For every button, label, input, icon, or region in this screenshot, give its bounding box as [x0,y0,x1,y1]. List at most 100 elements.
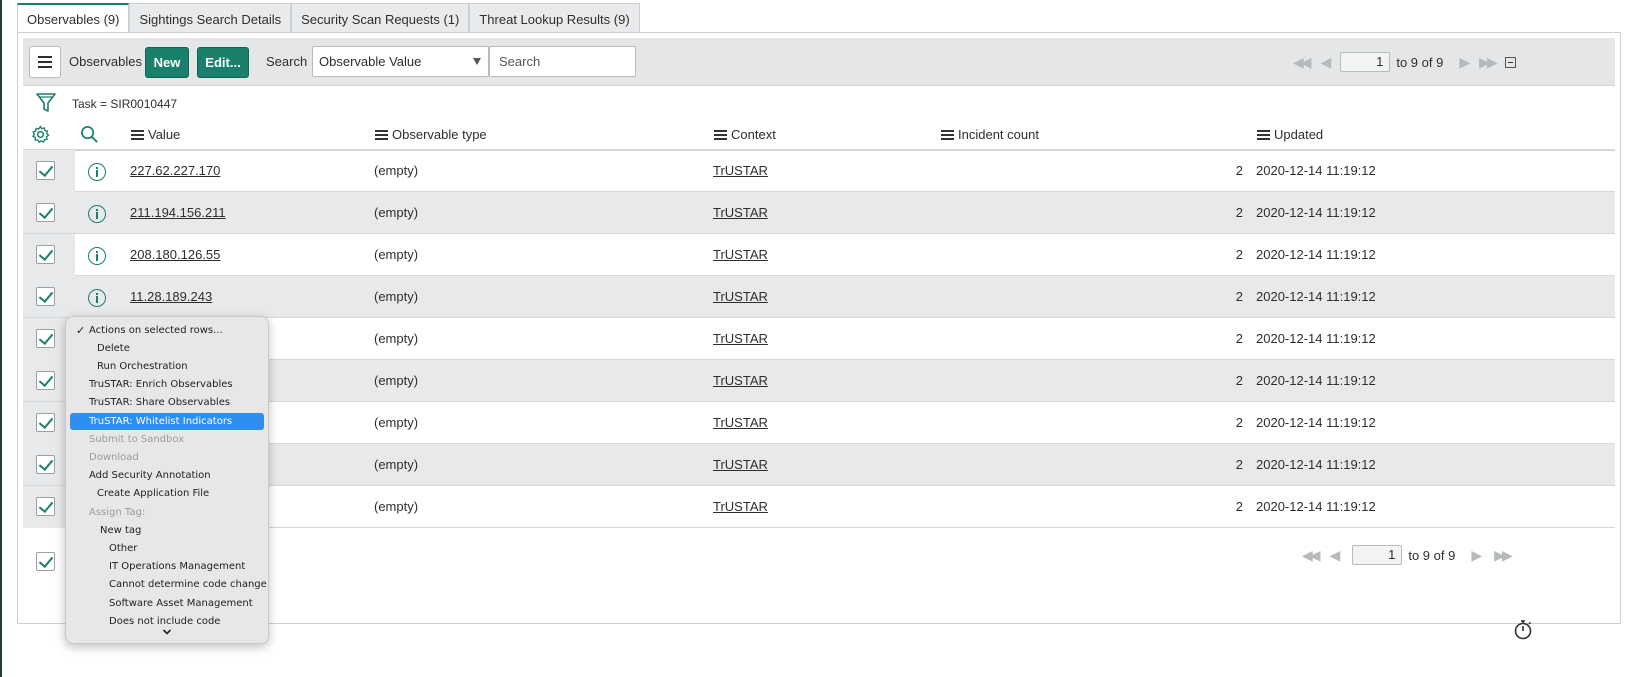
page-range-text: to 9 of 9 [1408,547,1456,563]
related-list-tabs: Observables (9) Sightings Search Details… [17,3,640,33]
row-checkbox[interactable] [36,371,55,390]
observable-type-cell: (empty) [374,163,419,178]
edit-button[interactable]: Edit... [197,47,249,78]
column-header-observable-type[interactable]: Observable type [375,127,487,142]
menu-item-enrich-observables[interactable]: TruSTAR: Enrich Observables [70,376,264,393]
menu-item-share-observables[interactable]: TruSTAR: Share Observables [70,394,264,411]
row-checkbox[interactable] [36,245,55,264]
last-page-icon[interactable]: ▶▶ [1479,54,1497,71]
top-pager: ◀◀ ◀ 1 to 9 of 9 ▶ ▶▶ [1287,38,1516,86]
gear-icon[interactable] [31,125,50,144]
row-checkbox[interactable] [36,497,55,516]
tab-sightings-search-details[interactable]: Sightings Search Details [129,3,292,33]
new-button[interactable]: New [145,47,189,78]
context-link[interactable]: TrUSTAR [713,289,768,304]
tab-observables[interactable]: Observables (9) [17,3,130,33]
context-link[interactable]: TrUSTAR [713,415,768,430]
row-checkbox[interactable] [36,161,55,180]
row-checkbox[interactable] [36,455,55,474]
page-number-input[interactable]: 1 [1352,545,1403,565]
tab-security-scan-requests[interactable]: Security Scan Requests (1) [291,3,470,33]
menu-item-add-security-annotation[interactable]: Add Security Annotation [70,467,264,484]
updated-cell: 2020-12-14 11:19:12 [1256,373,1376,388]
value-link[interactable]: 227.62.227.170 [130,163,220,178]
last-page-icon[interactable]: ▶▶ [1494,547,1512,564]
incident-count-cell: 2 [1235,247,1243,262]
column-header-incident-count[interactable]: Incident count [941,127,1039,142]
column-header-updated[interactable]: Updated [1257,127,1323,142]
observable-type-cell: (empty) [374,331,419,346]
row-checkbox[interactable] [36,413,55,432]
incident-count-cell: 2 [1235,457,1243,472]
menu-item-download: Download [89,452,139,463]
context-link[interactable]: TrUSTAR [713,247,768,262]
select-all-checkbox[interactable] [36,552,55,571]
menu-item-create-application-file[interactable]: Create Application File [70,485,264,502]
context-link[interactable]: TrUSTAR [713,205,768,220]
list-menu-button[interactable] [29,46,61,78]
actions-on-selected-rows-menu[interactable]: ✓ Actions on selected rows... Delete Run… [65,316,269,644]
menu-item-tag-it-operations[interactable]: IT Operations Management [70,558,264,575]
column-menu-icon[interactable] [375,129,388,140]
incident-count-cell: 2 [1235,331,1243,346]
search-icon[interactable] [80,125,99,144]
column-menu-icon[interactable] [1257,129,1270,140]
updated-cell: 2020-12-14 11:19:12 [1256,163,1376,178]
search-label: Search [266,54,308,69]
info-icon[interactable] [88,163,106,181]
info-icon[interactable] [88,247,106,265]
search-field-selected-value: Observable Value [319,54,422,69]
page-number-input[interactable]: 1 [1340,52,1391,72]
column-menu-icon[interactable] [131,129,144,140]
menu-item-submit-to-sandbox: Submit to Sandbox [89,434,185,445]
updated-cell: 2020-12-14 11:19:12 [1256,205,1376,220]
left-edge-bar [0,0,2,677]
menu-item-assign-tag-heading: Assign Tag: [89,507,146,518]
next-page-icon[interactable]: ▶ [1471,547,1482,564]
context-link[interactable]: TrUSTAR [713,499,768,514]
search-field-select[interactable]: Observable Value [312,46,489,77]
menu-item-new-tag[interactable]: New tag [70,522,264,539]
menu-item-tag-cannot-determine[interactable]: Cannot determine code change [70,576,267,593]
filter-breadcrumb[interactable]: Task = SIR0010447 [72,97,177,111]
row-checkbox[interactable] [36,329,55,348]
prev-page-icon[interactable]: ◀ [1330,547,1341,564]
context-link[interactable]: TrUSTAR [713,373,768,388]
prev-page-icon[interactable]: ◀ [1321,54,1332,71]
column-header-value[interactable]: Value [131,127,180,142]
value-link[interactable]: 11.28.189.243 [130,289,212,304]
first-page-icon[interactable]: ◀◀ [1293,54,1311,71]
menu-item-actions-header[interactable]: ✓ Actions on selected rows... [70,322,264,339]
list-toolbar: Observables New Edit... Search Observabl… [23,38,1615,86]
next-page-icon[interactable]: ▶ [1459,54,1470,71]
menu-item-tag-software-asset[interactable]: Software Asset Management [70,595,264,612]
row-checkbox[interactable] [36,203,55,222]
table-row: 11.28.189.243 (empty) TrUSTAR 2 2020-12-… [23,276,1615,318]
tab-threat-lookup-results[interactable]: Threat Lookup Results (9) [469,3,640,33]
column-label: Value [148,127,181,142]
collapse-icon[interactable] [1504,56,1516,68]
scroll-down-chevron-icon[interactable] [162,627,172,637]
menu-item-tag-other[interactable]: Other [70,540,264,557]
first-page-icon[interactable]: ◀◀ [1302,547,1320,564]
value-link[interactable]: 208.180.126.55 [130,247,220,262]
search-input[interactable] [489,46,636,77]
menu-item-whitelist-indicators[interactable]: TruSTAR: Whitelist Indicators [70,413,264,430]
column-header-context[interactable]: Context [714,127,776,142]
column-menu-icon[interactable] [714,129,727,140]
filter-icon[interactable] [36,92,56,114]
incident-count-cell: 2 [1235,373,1243,388]
info-icon[interactable] [88,205,106,223]
context-link[interactable]: TrUSTAR [713,331,768,346]
menu-item-delete[interactable]: Delete [70,340,264,357]
info-icon[interactable] [88,289,106,307]
column-menu-icon[interactable] [941,129,954,140]
column-label: Context [731,127,776,142]
menu-item-run-orchestration[interactable]: Run Orchestration [70,358,264,375]
value-link[interactable]: 211.194.156.211 [130,205,226,220]
context-link[interactable]: TrUSTAR [713,457,768,472]
row-checkbox[interactable] [36,287,55,306]
stopwatch-icon[interactable] [1513,619,1533,641]
bottom-pager: ◀◀ ◀ 1 to 9 of 9 ▶ ▶▶ [1296,540,1516,570]
context-link[interactable]: TrUSTAR [713,163,768,178]
